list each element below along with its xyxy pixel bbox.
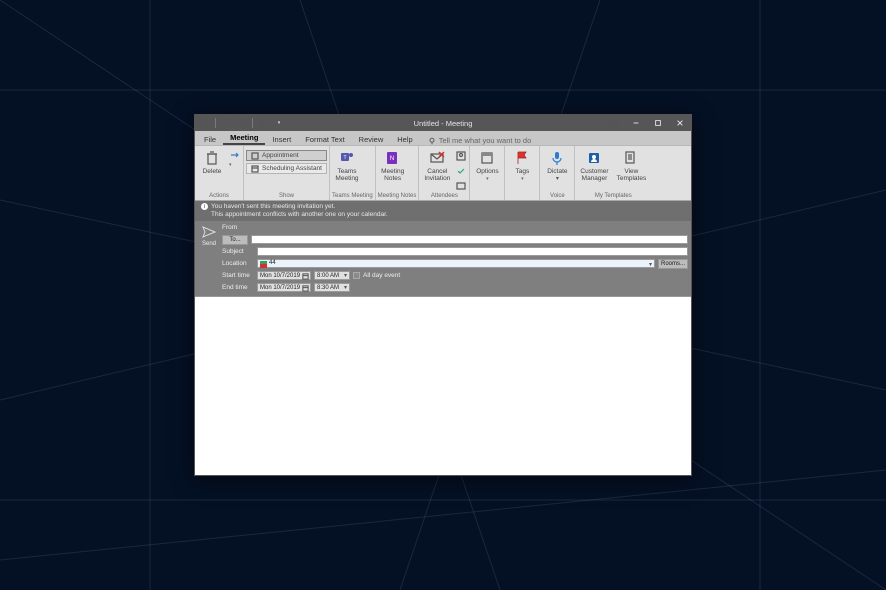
all-day-checkbox[interactable] (353, 272, 360, 279)
tags-button[interactable]: Tags▾ (507, 147, 537, 185)
undo-icon[interactable] (218, 116, 234, 130)
forward-icon[interactable] (229, 149, 241, 161)
tab-help[interactable]: Help (390, 134, 419, 145)
ribbon-display-icon[interactable] (603, 115, 625, 131)
attach-icon[interactable] (255, 116, 271, 130)
group-tags: Tags▾ (505, 146, 540, 200)
teams-meeting-button[interactable]: T Teams Meeting (332, 147, 362, 184)
lightbulb-icon (428, 137, 436, 145)
from-label: From (222, 224, 254, 231)
group-actions: Delete ▾ Actions (195, 146, 244, 200)
info-icon: i (201, 203, 208, 210)
calendar-icon (302, 285, 309, 292)
onenote-icon: N (384, 149, 402, 167)
location-input[interactable]: 44 ▾ (257, 259, 655, 268)
address-book-icon[interactable] (455, 150, 467, 162)
rooms-button[interactable]: Rooms... (658, 259, 688, 269)
microphone-icon (548, 149, 566, 167)
location-label: Location (222, 260, 254, 267)
start-date-input[interactable]: Mon 10/7/2019 (257, 271, 311, 280)
response-options-icon[interactable] (455, 180, 467, 192)
ribbon: Delete ▾ Actions Appointment (195, 145, 691, 201)
tab-file[interactable]: File (197, 134, 223, 145)
dictate-button[interactable]: Dictate▾ (542, 147, 572, 185)
customer-manager-button[interactable]: Customer Manager (577, 147, 611, 184)
ribbon-tabs: File Meeting Insert Format Text Review H… (195, 131, 691, 145)
tab-format-text[interactable]: Format Text (298, 134, 351, 145)
chevron-down-icon: ▾ (344, 272, 347, 279)
location-dropdown-icon[interactable]: ▾ (649, 261, 652, 268)
tab-insert[interactable]: Insert (265, 134, 298, 145)
check-names-icon[interactable] (455, 165, 467, 177)
group-meeting-notes: N Meeting Notes Meeting Notes (376, 146, 420, 200)
all-day-label: All day event (363, 272, 400, 279)
tab-meeting[interactable]: Meeting (223, 132, 265, 145)
group-customer: Customer Manager View Templates My Templ… (575, 146, 651, 200)
appointment-icon (251, 152, 259, 160)
svg-text:T: T (343, 155, 346, 161)
meeting-window: ▾ Untitled - Meeting File Meeting Insert… (194, 114, 692, 476)
group-teams-meeting: T Teams Meeting Teams Meeting (330, 146, 376, 200)
quick-access-toolbar: ▾ (195, 116, 287, 130)
subject-input[interactable] (257, 247, 688, 256)
tab-review[interactable]: Review (352, 134, 391, 145)
location-flag-icon (260, 261, 267, 268)
group-voice: Dictate▾ Voice (540, 146, 575, 200)
info-bar: iYou haven't sent this meeting invitatio… (195, 201, 691, 221)
to-button[interactable]: To... (222, 235, 248, 245)
start-time-input[interactable]: 8:00 AM ▾ (314, 271, 350, 280)
group-options: Options▾ (470, 146, 505, 200)
scheduling-assistant-toggle[interactable]: Scheduling Assistant (246, 163, 327, 174)
meeting-fields: Send From To... Subject Location 44 ▾ (195, 221, 691, 296)
save-icon[interactable] (197, 116, 213, 130)
options-icon (478, 149, 496, 167)
end-time-label: End time (222, 284, 254, 291)
actions-more-icon[interactable]: ▾ (229, 162, 241, 168)
to-input[interactable] (251, 235, 688, 244)
message-body[interactable] (195, 296, 691, 475)
teams-icon: T (338, 149, 356, 167)
flag-icon (513, 149, 531, 167)
group-attendees: Cancel Invitation Attendees (419, 146, 470, 200)
subject-label: Subject (222, 248, 254, 255)
redo-icon[interactable] (234, 116, 250, 130)
maximize-icon[interactable] (647, 115, 669, 131)
svg-text:N: N (390, 156, 394, 162)
delete-icon (203, 149, 221, 167)
appointment-toggle[interactable]: Appointment (246, 150, 327, 161)
start-time-label: Start time (222, 272, 254, 279)
scheduling-icon (251, 165, 259, 173)
close-icon[interactable] (669, 115, 691, 131)
tell-me-search[interactable]: Tell me what you want to do (428, 136, 532, 145)
end-time-input[interactable]: 8:30 AM ▾ (314, 283, 350, 292)
end-date-input[interactable]: Mon 10/7/2019 (257, 283, 311, 292)
chevron-down-icon: ▾ (344, 284, 347, 291)
meeting-notes-button[interactable]: N Meeting Notes (378, 147, 408, 184)
cancel-invitation-icon (428, 149, 446, 167)
delete-button[interactable]: Delete (197, 147, 227, 177)
minimize-icon[interactable] (625, 115, 647, 131)
view-templates-button[interactable]: View Templates (614, 147, 650, 184)
qat-more-icon[interactable]: ▾ (271, 116, 287, 130)
templates-icon (622, 149, 640, 167)
options-button[interactable]: Options▾ (472, 147, 502, 185)
window-title: Untitled - Meeting (414, 119, 473, 128)
title-bar: ▾ Untitled - Meeting (195, 115, 691, 131)
calendar-icon (302, 273, 309, 280)
send-button[interactable] (201, 224, 217, 240)
cancel-invitation-button[interactable]: Cancel Invitation (421, 147, 453, 184)
customer-manager-icon (585, 149, 603, 167)
group-show: Appointment Scheduling Assistant Show (244, 146, 330, 200)
